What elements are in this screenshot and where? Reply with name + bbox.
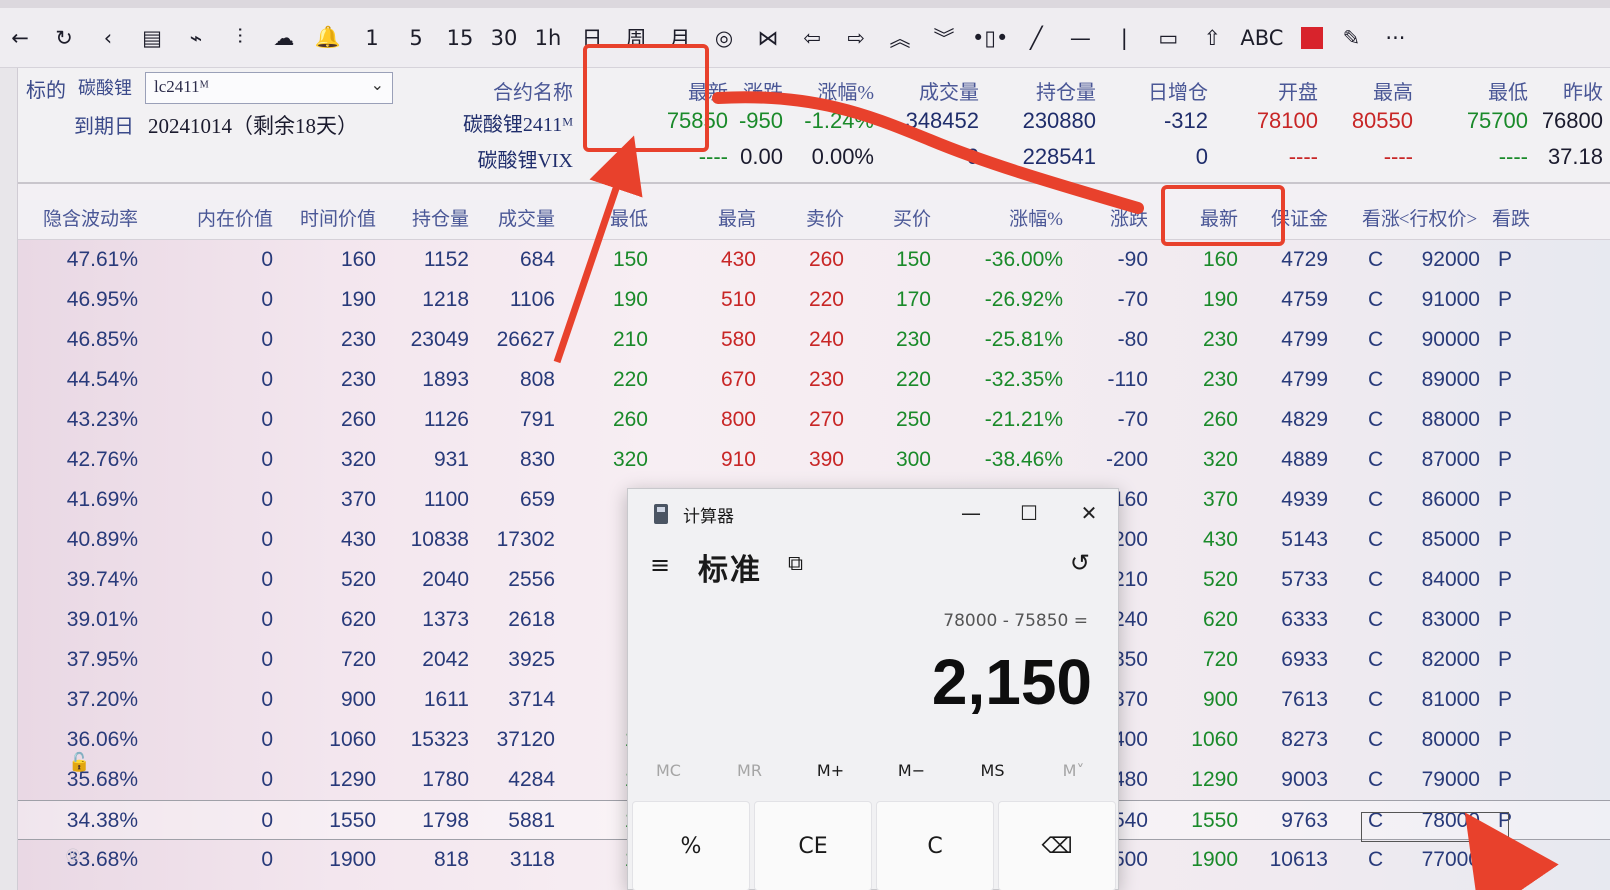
annotation-arrow-up [553,135,643,364]
annotation-arrow-curve [712,91,1144,214]
annotation-arrow-strike [1464,812,1559,890]
annotation-arrows [553,91,1559,890]
